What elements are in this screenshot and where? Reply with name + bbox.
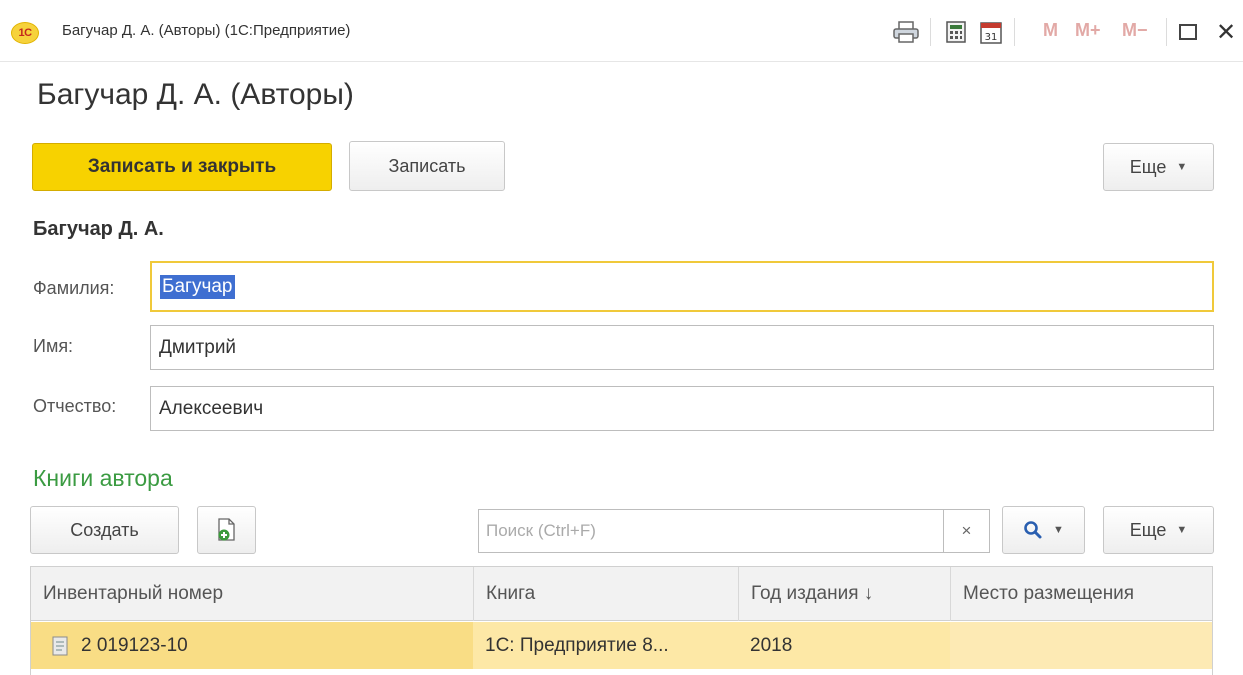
last-name-value: Багучар bbox=[160, 274, 235, 299]
inventory-number: 2 019123-10 bbox=[81, 634, 188, 656]
table-more-menu-button[interactable]: Еще ▼ bbox=[1103, 506, 1214, 554]
cell-book: 1С: Предприятие 8... bbox=[473, 622, 738, 669]
window-title: Багучар Д. А. (Авторы) (1С:Предприятие) bbox=[62, 22, 351, 39]
toolbar-separator bbox=[1014, 18, 1015, 46]
more-label: Еще bbox=[1129, 519, 1167, 540]
chevron-down-icon: ▼ bbox=[1053, 524, 1064, 536]
chevron-down-icon: ▼ bbox=[1176, 161, 1188, 173]
chevron-down-icon: ▼ bbox=[1176, 524, 1188, 536]
search-options-button[interactable]: ▼ bbox=[1002, 506, 1085, 554]
search-input[interactable]: Поиск (Ctrl+F) bbox=[478, 509, 944, 553]
memory-m-button[interactable]: M bbox=[1043, 20, 1058, 41]
print-icon[interactable] bbox=[892, 20, 920, 44]
calendar-icon[interactable]: 31 bbox=[978, 20, 1004, 44]
calculator-icon[interactable] bbox=[944, 20, 968, 44]
column-header-year[interactable]: Год издания ↓ bbox=[738, 567, 950, 621]
save-button[interactable]: Записать bbox=[349, 141, 505, 191]
cell-year: 2018 bbox=[738, 622, 950, 669]
patronymic-label: Отчество: bbox=[33, 396, 117, 416]
close-icon[interactable]: ✕ bbox=[1216, 18, 1236, 47]
memory-minus-button[interactable]: M− bbox=[1122, 20, 1148, 41]
copy-add-icon bbox=[217, 518, 235, 541]
app-logo-icon: 1С bbox=[11, 22, 39, 44]
record-subtitle: Багучар Д. А. bbox=[33, 218, 164, 240]
window-titlebar: 1С Багучар Д. А. (Авторы) (1С:Предприяти… bbox=[0, 0, 1243, 62]
table-header: Инвентарный номер Книга Год издания ↓ Ме… bbox=[31, 567, 1212, 621]
copy-add-button[interactable] bbox=[197, 506, 256, 554]
patronymic-field[interactable]: Алексеевич bbox=[150, 386, 1214, 431]
page-title: Багучар Д. А. (Авторы) bbox=[37, 78, 354, 111]
document-icon bbox=[52, 636, 68, 655]
books-table: Инвентарный номер Книга Год издания ↓ Ме… bbox=[30, 566, 1213, 675]
books-section-title: Книги автора bbox=[33, 465, 173, 491]
search-icon bbox=[1024, 521, 1042, 539]
more-menu-button[interactable]: Еще ▼ bbox=[1103, 143, 1214, 191]
cell-location bbox=[950, 622, 1212, 669]
column-header-location[interactable]: Место размещения bbox=[950, 567, 1212, 621]
patronymic-value: Алексеевич bbox=[159, 397, 264, 419]
cell-inventory: 2 019123-10 bbox=[31, 622, 473, 669]
table-row[interactable]: 2 019123-10 1С: Предприятие 8... 2018 bbox=[31, 622, 1212, 669]
clear-search-button[interactable]: × bbox=[944, 509, 990, 553]
more-label: Еще bbox=[1129, 156, 1167, 177]
first-name-value: Дмитрий bbox=[159, 336, 237, 358]
toolbar-separator bbox=[1166, 18, 1167, 46]
save-and-close-button[interactable]: Записать и закрыть bbox=[32, 143, 332, 191]
memory-plus-button[interactable]: M+ bbox=[1075, 20, 1101, 41]
first-name-field[interactable]: Дмитрий bbox=[150, 325, 1214, 370]
column-header-book[interactable]: Книга bbox=[473, 567, 738, 621]
last-name-field[interactable]: Багучар bbox=[150, 261, 1214, 312]
svg-text:31: 31 bbox=[985, 32, 998, 43]
first-name-label: Имя: bbox=[33, 336, 74, 356]
toolbar-separator bbox=[930, 18, 931, 46]
create-button[interactable]: Создать bbox=[30, 506, 179, 554]
maximize-icon[interactable] bbox=[1179, 24, 1197, 40]
last-name-label: Фамилия: bbox=[33, 278, 115, 298]
column-header-inventory[interactable]: Инвентарный номер bbox=[31, 567, 473, 621]
